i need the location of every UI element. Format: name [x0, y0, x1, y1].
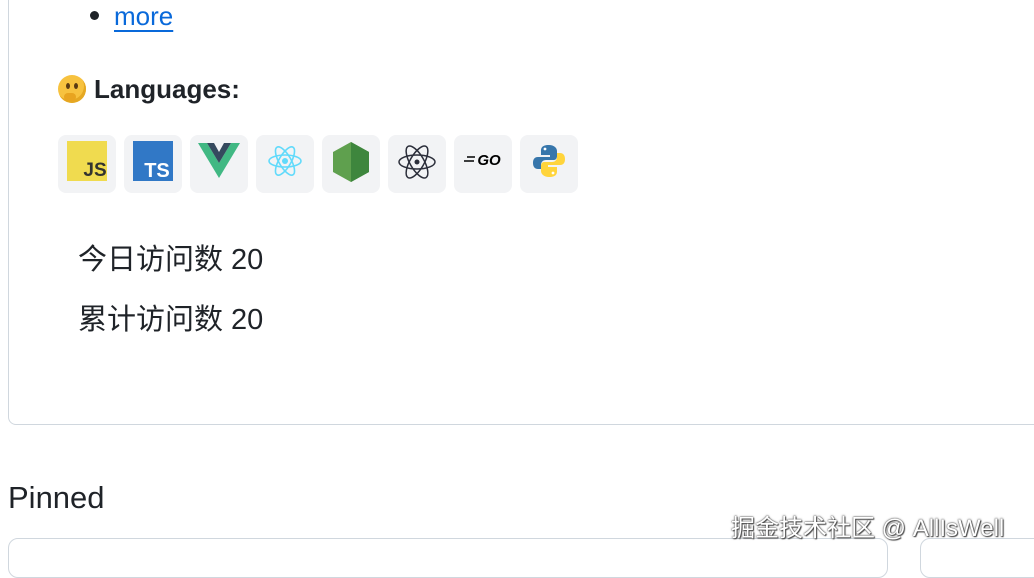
- languages-title: Languages:: [94, 73, 240, 104]
- visit-count-total: 累计访问数 20: [78, 304, 264, 336]
- pinned-repo-card[interactable]: [8, 538, 888, 578]
- badge-python[interactable]: [520, 135, 578, 193]
- javascript-icon: JS: [67, 141, 107, 181]
- badge-nodejs[interactable]: [322, 135, 380, 193]
- badge-react[interactable]: [256, 135, 314, 193]
- language-badges: JS TS GO: [58, 135, 578, 193]
- react-icon: [268, 146, 302, 176]
- badge-go[interactable]: GO: [454, 135, 512, 193]
- svg-text:TS: TS: [144, 160, 170, 181]
- watermark-text: 掘金技术社区 @ AllIsWell: [731, 515, 1005, 542]
- visit-count-today: 今日访问数 20: [78, 244, 264, 276]
- typescript-icon: TS: [133, 141, 173, 181]
- python-icon: [533, 145, 565, 177]
- badge-electron[interactable]: [388, 135, 446, 193]
- svg-text:GO: GO: [477, 152, 501, 169]
- profile-readme-card: [8, 0, 1034, 425]
- electron-icon: [398, 145, 436, 179]
- badge-typescript[interactable]: TS: [124, 135, 182, 193]
- languages-heading: Languages:: [58, 72, 240, 106]
- svg-text:JS: JS: [83, 160, 106, 181]
- badge-javascript[interactable]: JS: [58, 135, 116, 193]
- pinned-heading: Pinned: [8, 480, 105, 515]
- thinking-face-icon: [58, 75, 86, 103]
- nodejs-icon: [333, 142, 369, 182]
- list-bullet: [90, 11, 99, 20]
- more-link[interactable]: more: [114, 0, 173, 32]
- pinned-repo-card[interactable]: [920, 538, 1034, 578]
- go-icon: GO: [464, 152, 501, 169]
- vue-icon: [198, 143, 240, 178]
- badge-vue[interactable]: [190, 135, 248, 193]
